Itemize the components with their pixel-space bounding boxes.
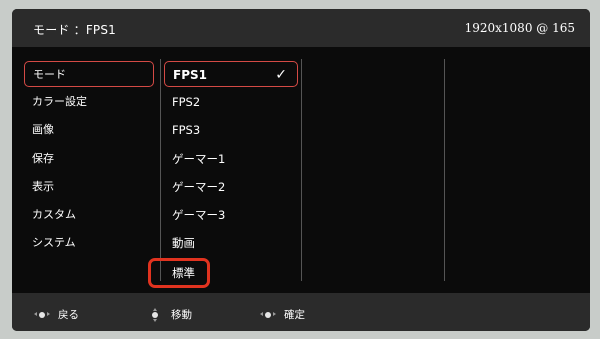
footer-confirm-hint: 確定	[260, 307, 305, 322]
header-bar: モード ：FPS1 1920x1080 @ 165	[12, 9, 590, 47]
menu-item-color-settings[interactable]: カラー設定	[24, 89, 154, 115]
footer-bar: 戻る 移動 確定	[12, 293, 590, 331]
mode-option-label: FPS1	[173, 68, 207, 82]
footer-confirm-label: 確定	[284, 309, 305, 321]
column-divider-2	[301, 59, 302, 281]
dpad-left-icon	[34, 308, 50, 322]
mode-option-fps2[interactable]: FPS2	[164, 89, 298, 115]
mode-option-gamer2[interactable]: ゲーマー2	[164, 174, 298, 200]
mode-option-movie[interactable]: 動画	[164, 230, 298, 256]
footer-move-hint: 移動	[147, 307, 192, 322]
dpad-right-icon	[260, 308, 276, 322]
mode-option-gamer1[interactable]: ゲーマー1	[164, 146, 298, 172]
resolution-readout: 1920x1080 @ 165	[464, 21, 575, 35]
mode-option-gamer3[interactable]: ゲーマー3	[164, 202, 298, 228]
menu-item-display[interactable]: 表示	[24, 174, 154, 200]
menu-item-system[interactable]: システム	[24, 230, 154, 256]
mode-option-standard[interactable]: 標準	[148, 258, 210, 289]
check-icon: ✓	[275, 67, 287, 83]
current-mode-title: モード ：FPS1	[33, 23, 117, 37]
footer-back-hint: 戻る	[34, 307, 79, 322]
osd-menu-panel: モード ：FPS1 1920x1080 @ 165 モード カラー設定 画像 保…	[12, 9, 590, 331]
column-divider-3	[444, 59, 445, 281]
footer-back-label: 戻る	[58, 309, 79, 321]
column-divider-1	[160, 59, 161, 281]
mode-option-fps3[interactable]: FPS3	[164, 117, 298, 143]
main-menu: モード カラー設定 画像 保存 表示 カスタム システム	[24, 61, 154, 258]
mode-submenu: FPS1 ✓ FPS2 FPS3 ゲーマー1 ゲーマー2 ゲーマー3 動画 標準	[148, 61, 298, 291]
menu-item-picture[interactable]: 画像	[24, 117, 154, 143]
menu-item-custom[interactable]: カスタム	[24, 202, 154, 228]
menu-item-save[interactable]: 保存	[24, 146, 154, 172]
menu-item-mode[interactable]: モード	[24, 61, 154, 87]
dpad-up-down-icon	[147, 307, 163, 322]
footer-move-label: 移動	[171, 309, 192, 321]
mode-option-fps1[interactable]: FPS1 ✓	[164, 61, 298, 87]
